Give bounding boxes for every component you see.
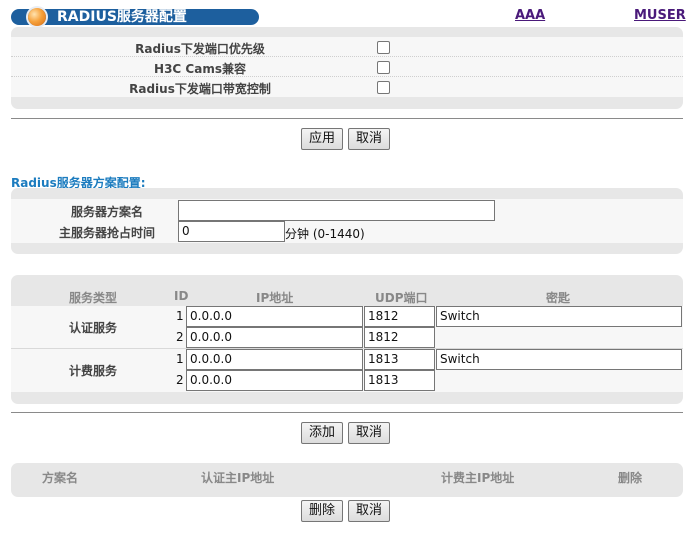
delete-button[interactable]: 删除 — [301, 500, 343, 522]
cancel-button[interactable]: 取消 — [348, 422, 390, 444]
auth-2-port-input[interactable]: 1812 — [364, 327, 435, 348]
cancel-button[interactable]: 取消 — [348, 500, 390, 522]
divider — [11, 412, 683, 413]
option-row: H3C Cams兼容 — [11, 57, 683, 77]
list-col-auth-ip: 认证主IP地址 — [201, 471, 275, 485]
cancel-button[interactable]: 取消 — [348, 128, 390, 150]
page-title-bar: RADIUS服务器配置 — [11, 9, 259, 25]
acct-1-port-input[interactable]: 1813 — [364, 349, 435, 370]
auth-2-ip-input[interactable]: 0.0.0.0 — [186, 327, 363, 348]
acct-2-port-input[interactable]: 1813 — [364, 370, 435, 391]
preempt-time-input[interactable]: 0 — [178, 221, 285, 242]
list-col-acct-ip: 计费主IP地址 — [441, 471, 515, 485]
acct-service-label: 计费服务 — [69, 364, 118, 378]
preempt-time-unit: 分钟 (0-1440) — [285, 227, 365, 241]
page-title: RADIUS服务器配置 — [57, 9, 187, 25]
scheme-name-label: 服务器方案名 — [70, 205, 143, 219]
scheme-name-input[interactable] — [178, 200, 495, 221]
option-label-bandwidth: Radius下发端口带宽控制 — [129, 82, 271, 96]
col-id: ID — [174, 289, 189, 303]
option-label-h3c-cams: H3C Cams兼容 — [154, 62, 246, 76]
acct-1-key-input[interactable]: Switch — [436, 349, 682, 370]
auth-service-label: 认证服务 — [69, 321, 118, 335]
bandwidth-control-checkbox[interactable] — [377, 81, 390, 94]
acct-row-1-id: 1 — [176, 352, 184, 366]
col-ip: IP地址 — [256, 291, 294, 305]
option-label-port-priority: Radius下发端口优先级 — [135, 42, 265, 56]
option-row: Radius下发端口优先级 — [11, 37, 683, 57]
auth-row-1-id: 1 — [176, 309, 184, 323]
list-col-delete: 删除 — [618, 471, 643, 485]
add-button[interactable]: 添加 — [301, 422, 343, 444]
auth-1-ip-input[interactable]: 0.0.0.0 — [186, 306, 363, 327]
auth-1-port-input[interactable]: 1812 — [364, 306, 435, 327]
aaa-link[interactable]: AAA — [515, 8, 545, 23]
muser-link[interactable]: MUSER — [634, 8, 686, 23]
port-priority-checkbox[interactable] — [377, 41, 390, 54]
h3c-cams-checkbox[interactable] — [377, 61, 390, 74]
acct-2-ip-input[interactable]: 0.0.0.0 — [186, 370, 363, 391]
preempt-time-label: 主服务器抢占时间 — [58, 226, 155, 240]
apply-button[interactable]: 应用 — [301, 128, 343, 150]
orange-ball-icon — [28, 8, 46, 26]
col-udp-port: UDP端口 — [375, 291, 428, 305]
col-key: 密匙 — [546, 291, 571, 305]
scheme-list-panel — [11, 463, 683, 497]
auth-1-key-input[interactable]: Switch — [436, 306, 682, 327]
auth-row-2-id: 2 — [176, 330, 184, 344]
acct-1-ip-input[interactable]: 0.0.0.0 — [186, 349, 363, 370]
acct-row-2-id: 2 — [176, 373, 184, 387]
col-service-type: 服务类型 — [69, 291, 118, 305]
list-col-name: 方案名 — [42, 471, 79, 485]
divider — [11, 118, 683, 119]
option-row: Radius下发端口带宽控制 — [11, 77, 683, 97]
